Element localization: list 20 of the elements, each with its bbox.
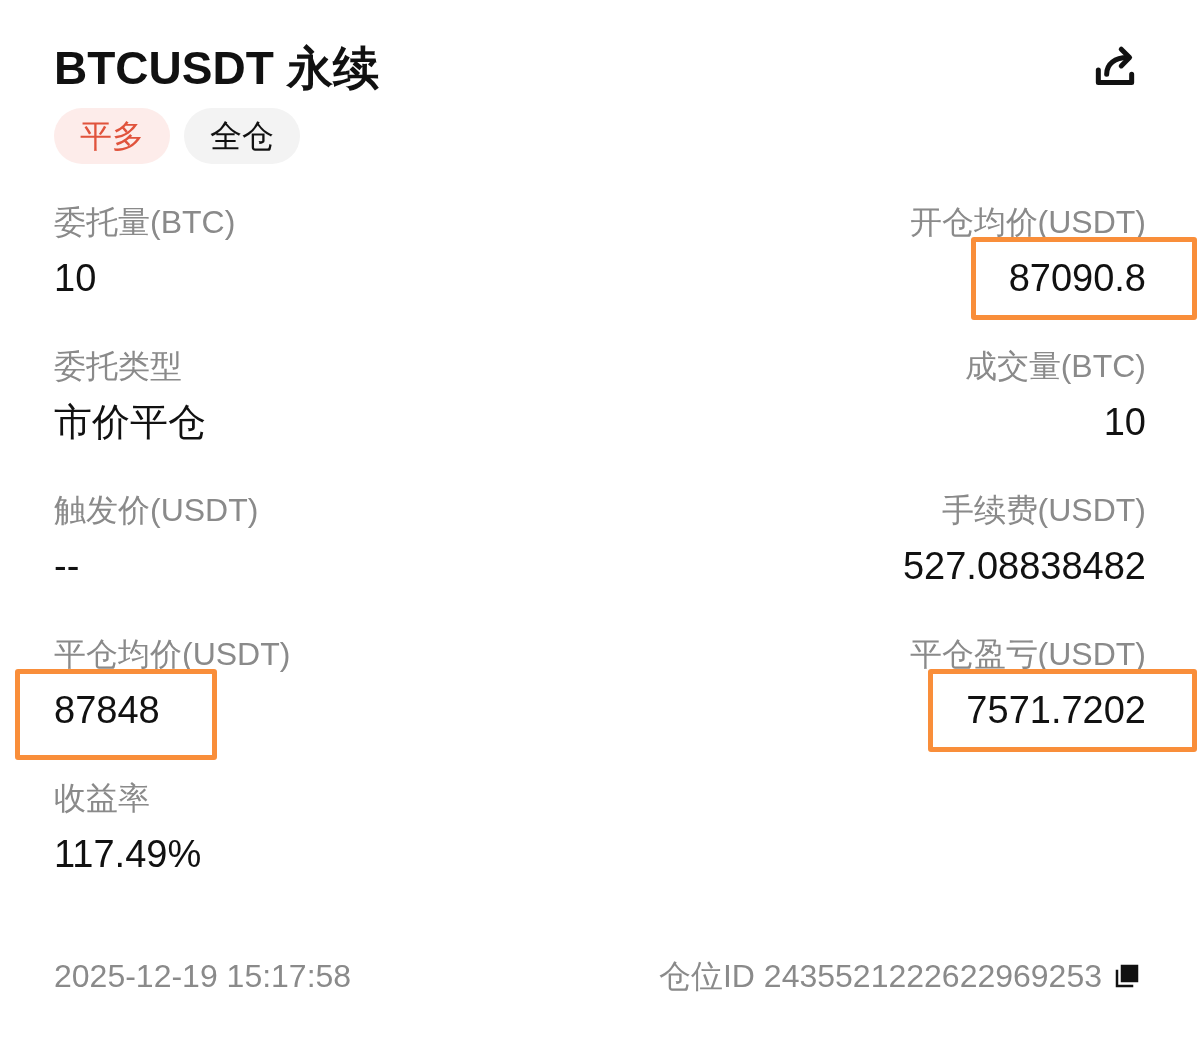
order-time: 2025-12-19 15:17:58 [54, 957, 352, 996]
position-id: 仓位ID 2435521222622969253 [658, 957, 1102, 996]
field-value: 87848 [15, 669, 217, 760]
field-value: 10 [54, 256, 97, 301]
field-value: 市价平仓 [54, 400, 206, 445]
field-label: 手续费(USDT) [941, 491, 1146, 530]
field-value: -- [54, 544, 80, 589]
field-value: 10 [1103, 400, 1146, 445]
tag: 平多 [54, 108, 170, 164]
field-label: 成交量(BTC) [964, 347, 1146, 386]
field-value: 87090.8 [970, 237, 1197, 320]
field-value: 117.49% [54, 832, 202, 877]
field-label: 收益率 [54, 779, 150, 818]
field-value: 7571.7202 [928, 669, 1197, 752]
field-value: 527.08838482 [902, 544, 1146, 589]
field-label: 触发价(USDT) [54, 491, 259, 530]
field-label: 委托量(BTC) [54, 203, 236, 242]
contract-title: BTCUSDT 永续 [54, 41, 379, 96]
field-label: 委托类型 [54, 347, 182, 386]
tag: 全仓 [184, 108, 300, 164]
